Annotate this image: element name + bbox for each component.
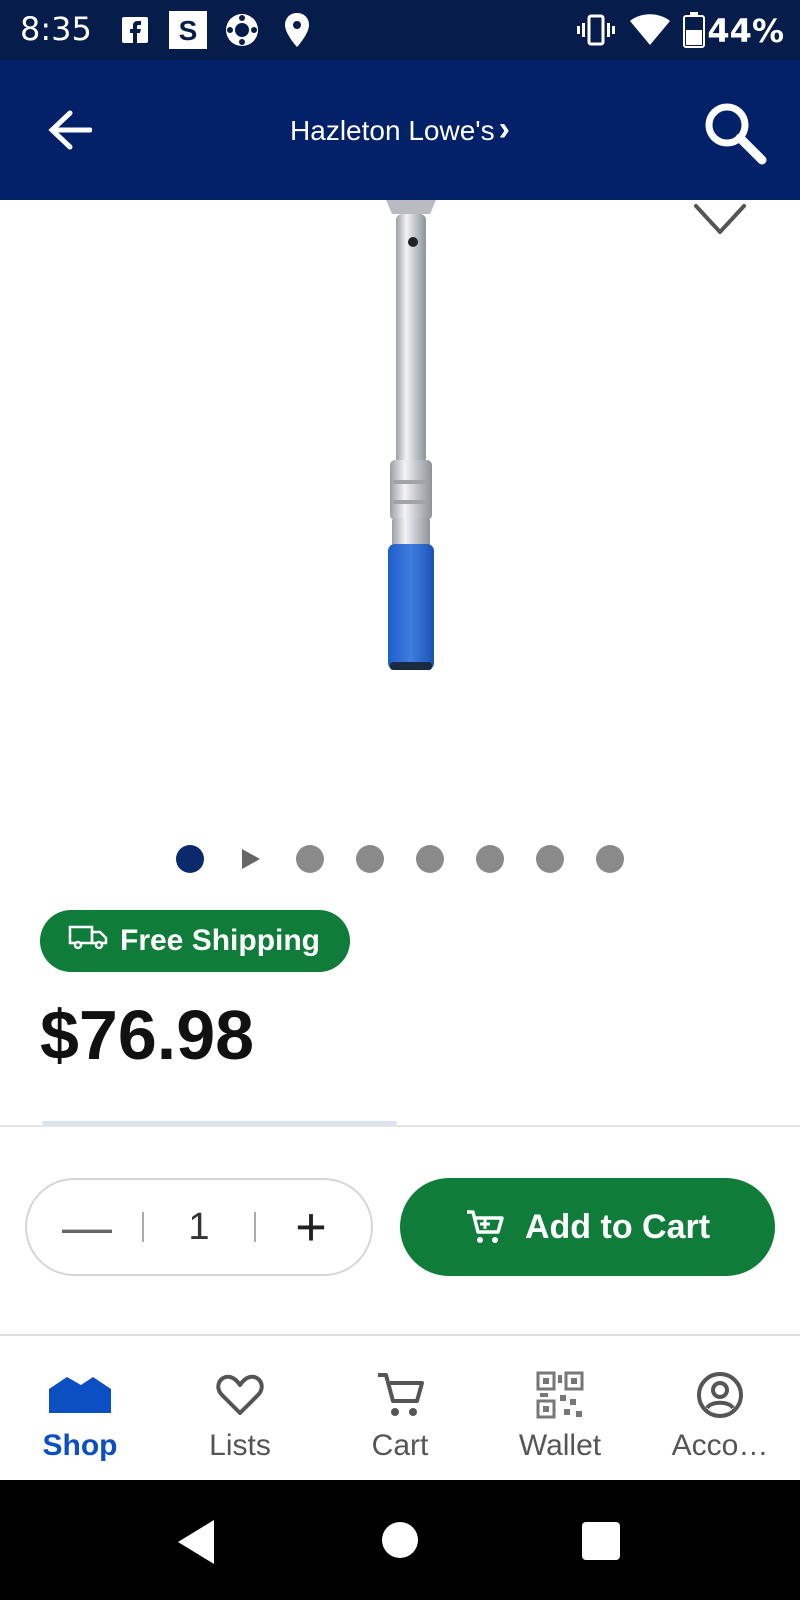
product-price: $76.98 [40, 996, 255, 1074]
truck-icon [68, 924, 108, 958]
battery-percent: 44% [707, 12, 784, 50]
tab-label: Lists [209, 1429, 271, 1462]
nav-home-icon[interactable] [382, 1522, 418, 1558]
bottom-tab-bar: Shop Lists Cart Wallet Acco… [0, 1337, 800, 1480]
quantity-value[interactable]: 1 [169, 1206, 229, 1249]
tab-lists[interactable]: Lists [160, 1337, 320, 1480]
image-carousel-indicator [0, 845, 800, 875]
add-to-cart-label: Add to Cart [524, 1207, 711, 1246]
cart-icon [375, 1367, 425, 1423]
app-bar: Hazleton Lowe's › [0, 60, 800, 200]
tab-label: Cart [371, 1429, 429, 1462]
add-to-cart-button[interactable]: Add to Cart [400, 1178, 775, 1276]
stepper-divider [254, 1212, 256, 1242]
search-icon[interactable] [700, 98, 770, 168]
carousel-dot[interactable] [536, 845, 564, 873]
app-icon [222, 10, 262, 50]
divider [0, 1125, 800, 1127]
store-selector[interactable]: Hazleton Lowe's › [0, 110, 800, 149]
tab-account[interactable]: Acco… [640, 1337, 800, 1480]
tab-cart[interactable]: Cart [320, 1337, 480, 1480]
facebook-icon [120, 10, 150, 50]
s-app-icon: S [168, 10, 208, 50]
home-icon [47, 1367, 113, 1423]
status-bar: 8:35 S 44% [0, 0, 800, 60]
carousel-dot[interactable] [476, 845, 504, 873]
battery-icon [682, 10, 706, 50]
qr-code-icon [536, 1367, 584, 1423]
location-icon [282, 10, 312, 50]
decrement-button[interactable]: — [57, 1198, 117, 1256]
tab-label: Acco… [671, 1429, 769, 1462]
nav-recents-icon[interactable] [582, 1522, 620, 1560]
svg-text:S: S [179, 15, 198, 46]
account-icon [696, 1367, 744, 1423]
increment-button[interactable]: + [281, 1196, 341, 1258]
cart-icon [465, 1207, 505, 1247]
chevron-right-icon: › [498, 110, 510, 148]
carousel-dot[interactable] [416, 845, 444, 873]
free-shipping-label: Free Shipping [120, 924, 321, 957]
carousel-dot[interactable] [296, 845, 324, 873]
tab-shop[interactable]: Shop [0, 1337, 160, 1480]
tab-label: Shop [42, 1429, 118, 1462]
store-name: Hazleton Lowe's [290, 115, 495, 146]
tab-label: Wallet [518, 1429, 602, 1462]
video-play-icon[interactable] [242, 849, 260, 869]
status-time: 8:35 [20, 10, 92, 48]
carousel-dot[interactable] [176, 845, 204, 873]
carousel-dot[interactable] [356, 845, 384, 873]
product-image [386, 200, 436, 670]
vibrate-icon [576, 10, 616, 50]
system-navigation-bar [0, 1480, 800, 1600]
stepper-divider [142, 1212, 144, 1242]
heart-icon [216, 1367, 264, 1423]
product-image-area[interactable] [0, 200, 800, 820]
wifi-icon [630, 10, 670, 50]
quantity-stepper: — 1 + [25, 1178, 373, 1276]
tab-wallet[interactable]: Wallet [480, 1337, 640, 1480]
divider [0, 1334, 800, 1336]
nav-back-icon[interactable] [178, 1520, 214, 1564]
carousel-dot[interactable] [596, 845, 624, 873]
free-shipping-badge: Free Shipping [40, 910, 350, 972]
